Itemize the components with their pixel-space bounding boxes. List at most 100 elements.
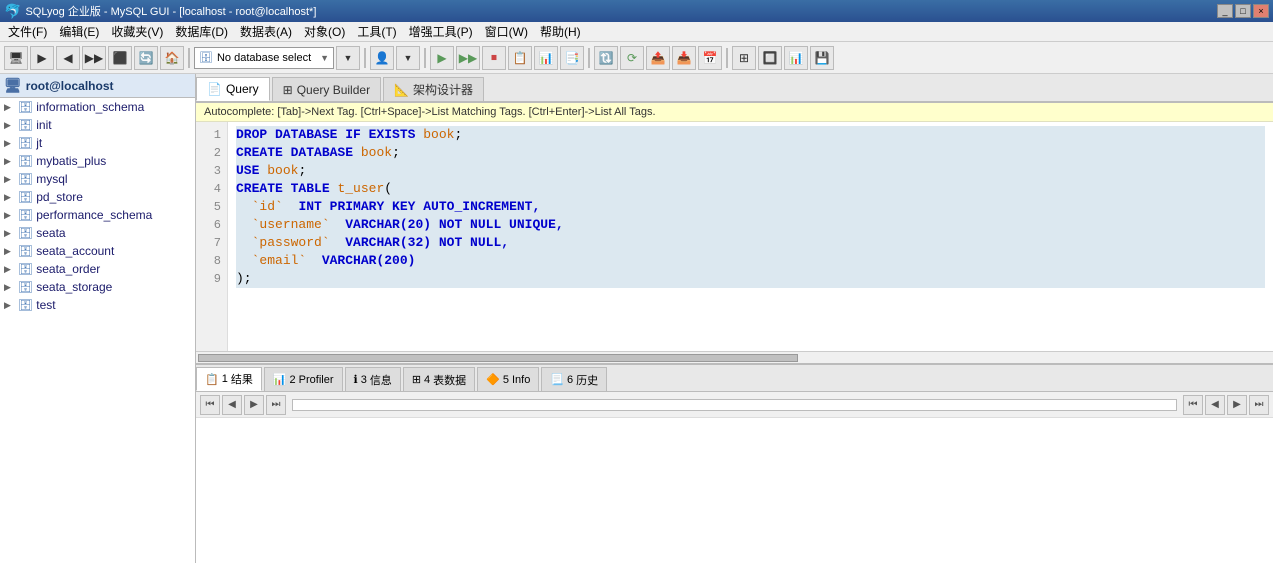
user-arrow-button[interactable]: ▼ [396,46,420,70]
execute-button[interactable]: ▶ [430,46,454,70]
sidebar-item-seata_storage[interactable]: ▶ 🗄 seata_storage [0,278,195,296]
editor-scrollbar-h[interactable] [196,351,1273,363]
bottom-tab-results-label: 结果 [231,371,253,387]
sidebar-item-information_schema[interactable]: ▶ 🗄 information_schema [0,98,195,116]
main-layout: 🖥 root@localhost ▶ 🗄 information_schema … [0,74,1273,563]
first-row-button[interactable]: ⏮ [200,395,220,415]
schedule-button[interactable]: 📅 [698,46,722,70]
stop-exec-button[interactable]: ⏹ [482,46,506,70]
db-name: test [36,298,55,312]
db-icon: 🗄 [18,136,33,150]
bottom-tab-results[interactable]: 📋 1 结果 [196,367,262,391]
bottom-tab-info-num: 5 [503,374,509,386]
menu-file[interactable]: 文件(F) [2,21,53,42]
database-selector[interactable]: 🗄 No database select ▼ [194,47,334,69]
import-button[interactable]: 📥 [672,46,696,70]
forward-button[interactable]: ▶▶ [82,46,106,70]
home-button[interactable]: 🏠 [160,46,184,70]
bottom-tab-info[interactable]: 🔶 5 Info [477,367,539,391]
sidebar-item-jt[interactable]: ▶ 🗄 jt [0,134,195,152]
bottom-tab-info-cn-icon: ℹ [354,373,358,386]
user-button[interactable]: 👤 [370,46,394,70]
sidebar-item-seata_account[interactable]: ▶ 🗄 seata_account [0,242,195,260]
menu-favorites[interactable]: 收藏夹(V) [105,21,169,42]
prev-row-button[interactable]: ◀ [222,395,242,415]
menu-help[interactable]: 帮助(H) [534,21,587,42]
db-name: mybatis_plus [36,154,106,168]
bottom-tab-results-icon: 📋 [205,373,219,386]
menu-window[interactable]: 窗口(W) [479,21,534,42]
db-name: seata_account [36,244,114,258]
menu-database[interactable]: 数据库(D) [169,21,234,42]
db-name: pd_store [36,190,83,204]
maximize-button[interactable]: □ [1235,4,1251,18]
schema-button[interactable]: 🔲 [758,46,782,70]
menu-table[interactable]: 数据表(A) [234,21,298,42]
menu-enhanced[interactable]: 增强工具(P) [403,21,479,42]
code-lines[interactable]: DROP DATABASE IF EXISTS book; CREATE DAT… [228,122,1273,351]
db-arrow-button[interactable]: ▼ [336,46,360,70]
db-icon: 🗄 [18,172,33,186]
expander-icon: ▶ [4,228,18,239]
line-num-3: 3 [202,162,221,180]
sidebar-item-seata_order[interactable]: ▶ 🗄 seata_order [0,260,195,278]
sidebar-item-mybatis_plus[interactable]: ▶ 🗄 mybatis_plus [0,152,195,170]
bottom-toolbar: ⏮ ◀ ▶ ⏭ ⏮ ◀ ▶ ⏭ [196,392,1273,418]
tab-schema-designer[interactable]: 📐 架构设计器 [383,77,484,101]
add-row-button[interactable]: ⏮ [1183,395,1203,415]
bottom-tab-info-cn[interactable]: ℹ 3 信息 [345,367,401,391]
code-line-4: CREATE TABLE t_user( [236,180,1265,198]
grid-button[interactable]: ⊞ [732,46,756,70]
sidebar-item-test[interactable]: ▶ 🗄 test [0,296,195,314]
menu-object[interactable]: 对象(O) [298,21,351,42]
connect-button[interactable]: ▶ [30,46,54,70]
tab-query-builder[interactable]: ⊞ Query Builder [272,77,381,101]
line-num-7: 7 [202,234,221,252]
back-button[interactable]: ◀ [56,46,80,70]
explain-button[interactable]: 📋 [508,46,532,70]
last-row-button[interactable]: ⏭ [266,395,286,415]
code-line-2: CREATE DATABASE book; [236,144,1265,162]
cancel-button[interactable]: ⏭ [1249,395,1269,415]
db-name: information_schema [36,100,144,114]
sidebar-item-seata[interactable]: ▶ 🗄 seata [0,224,195,242]
bottom-tab-history[interactable]: 📃 6 历史 [541,367,607,391]
delete-row-button[interactable]: ▶ [1227,395,1247,415]
scrollbar-thumb[interactable] [198,354,798,362]
report-button[interactable]: 📊 [784,46,808,70]
bottom-tab-profiler[interactable]: 📊 2 Profiler [264,367,343,391]
bottom-tab-tabledata[interactable]: ⊞ 4 表数据 [403,367,475,391]
export-button[interactable]: 📤 [646,46,670,70]
expander-icon: ▶ [4,174,18,185]
sync-button[interactable]: ⟳ [620,46,644,70]
refresh-button[interactable]: 🔄 [134,46,158,70]
reload-button[interactable]: 🔃 [594,46,618,70]
db-selector-arrow: ▼ [320,53,329,63]
stop-button[interactable]: ⬛ [108,46,132,70]
sidebar-item-init[interactable]: ▶ 🗄 init [0,116,195,134]
minimize-button[interactable]: _ [1217,4,1233,18]
code-line-5: `id` INT PRIMARY KEY AUTO_INCREMENT, [236,198,1265,216]
sidebar-item-pd_store[interactable]: ▶ 🗄 pd_store [0,188,195,206]
next-row-button[interactable]: ▶ [244,395,264,415]
new-table-button[interactable]: 📑 [560,46,584,70]
execute-all-button[interactable]: ▶▶ [456,46,480,70]
tab-query[interactable]: 📄 Query [196,77,270,101]
menu-tools[interactable]: 工具(T) [351,21,402,42]
menu-edit[interactable]: 编辑(E) [53,21,105,42]
code-editor[interactable]: 1 2 3 4 5 6 7 8 9 DROP DATABASE IF EXIST… [196,122,1273,351]
line-num-6: 6 [202,216,221,234]
save-button[interactable]: ◀ [1205,395,1225,415]
sidebar-item-performance_schema[interactable]: ▶ 🗄 performance_schema [0,206,195,224]
sidebar-root[interactable]: 🖥 root@localhost [0,74,195,98]
backup-button[interactable]: 💾 [810,46,834,70]
bottom-tab-history-num: 6 [567,374,573,386]
sidebar-item-mysql[interactable]: ▶ 🗄 mysql [0,170,195,188]
bottom-tab-info-cn-label: 信息 [370,372,392,388]
table-view-button[interactable]: 📊 [534,46,558,70]
close-button[interactable]: × [1253,4,1269,18]
title-text: SQLyog 企业版 - MySQL GUI - [localhost - ro… [25,3,316,19]
code-line-6: `username` VARCHAR(20) NOT NULL UNIQUE, [236,216,1265,234]
bottom-tab-tabledata-label: 表数据 [433,372,466,388]
new-connection-button[interactable]: 🖥 [4,46,28,70]
